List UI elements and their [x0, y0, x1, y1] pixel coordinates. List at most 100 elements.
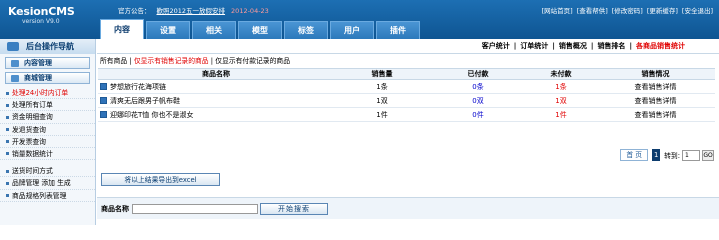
subnav-product-sales[interactable]: 各商品销售统计 — [636, 42, 685, 50]
paid-cell: 0件 — [430, 107, 526, 122]
sidebar-item-all-orders[interactable]: 处理所有订单 — [0, 99, 95, 112]
filter-sep: | — [129, 57, 132, 65]
filter-all[interactable]: 所有商品 — [100, 57, 127, 65]
bullet-icon — [6, 194, 9, 197]
notice-date: 2012-04-23 — [231, 7, 269, 15]
table-header-row: 商品名称 销售量 已付款 未付款 销售情况 — [98, 68, 715, 80]
top-links: [网站首页] [查看帮供] [修改密码] [更新缓存] [安全退出] — [538, 5, 713, 15]
sidebar-item-sales-stats[interactable]: 销量数据统计 — [0, 148, 95, 161]
link-change-password[interactable]: [修改密码] — [612, 7, 643, 15]
product-name-cell[interactable]: 迎娜印花T恤 你也不是淑女 — [98, 107, 334, 122]
official-notice-bar: 官方公告： 歡照2012五一放假安排 2012-04-23 — [118, 5, 269, 15]
bullet-icon — [6, 140, 9, 144]
view-sales-link[interactable]: 查看销售详情 — [596, 93, 715, 108]
filter-sold[interactable]: 仅显示有销售记录的商品 — [134, 57, 209, 65]
filter-paid[interactable]: 仅显示有付款记录的商品 — [215, 57, 290, 65]
link-help[interactable]: [查看帮供] — [577, 7, 608, 15]
subnav-order-stats[interactable]: 订单统计 — [520, 42, 548, 50]
sidebar-item-label: 销量数据统计 — [12, 149, 53, 158]
tab-users[interactable]: 用户 — [330, 21, 374, 39]
tab-content[interactable]: 内容 — [100, 19, 144, 39]
goto-page-input[interactable]: 1 — [682, 149, 700, 161]
sidebar-item-fund-details[interactable]: 资金明细查询 — [0, 111, 95, 124]
export-excel-button[interactable]: 将以上结果导出到excel — [101, 173, 220, 186]
col-qty: 销售量 — [334, 68, 430, 80]
product-name-search-input[interactable] — [132, 203, 258, 214]
sidebar-item-specs[interactable]: 商品规格列表管理 — [0, 190, 95, 202]
subnav-customer-stats[interactable]: 客户统计 — [482, 42, 510, 50]
sidebar-title: 后台操作导航 — [0, 39, 95, 54]
tab-related[interactable]: 相关 — [192, 21, 236, 39]
col-product-name: 商品名称 — [98, 68, 334, 80]
tab-model[interactable]: 模型 — [238, 21, 282, 39]
product-name-cell[interactable]: 清爽无后跟男子帆布鞋 — [98, 93, 334, 108]
sidebar-item-label: 资金明细查询 — [12, 113, 53, 122]
qty-cell: 1件 — [334, 107, 430, 122]
sidebar-item-returns[interactable]: 发退货查询 — [0, 124, 95, 136]
sidebar-title-text: 后台操作导航 — [26, 42, 74, 51]
sidebar-item-label: 商品规格列表管理 — [12, 191, 67, 200]
stats-subnav: 客户统计 | 订单统计 | 销售概况 | 销售排名 | 各商品销售统计 — [97, 39, 719, 54]
filter-sep: | — [210, 57, 214, 65]
nav-icon — [7, 42, 19, 51]
official-label: 官方公告： — [118, 7, 151, 15]
app-name: KesionCMS — [8, 5, 75, 18]
bullet-icon — [6, 115, 9, 119]
main-tabs: 内容 设置 相关 模型 标签 用户 插件 — [100, 19, 422, 39]
product-icon — [100, 83, 107, 90]
first-page-button[interactable]: 首 页 — [620, 149, 649, 161]
paid-cell: 0双 — [430, 93, 526, 108]
product-name-cell[interactable]: 梦想旅行花海项链 — [98, 79, 334, 94]
bullet-icon — [6, 169, 9, 173]
col-unpaid: 未付款 — [526, 68, 596, 80]
main-content: 客户统计 | 订单统计 | 销售概况 | 销售排名 | 各商品销售统计 所有商品 | 仅显示有销… — [97, 39, 719, 225]
sidebar-item-24h-orders[interactable]: 处理24小时内订单 — [0, 87, 95, 100]
sidebar-item-label: 开发票查询 — [12, 137, 46, 146]
bullet-icon — [6, 152, 9, 156]
logo: KesionCMS version V9.0 — [8, 5, 75, 25]
link-update-cache[interactable]: [更新缓存] — [647, 7, 678, 15]
paid-cell: 0条 — [430, 79, 526, 94]
view-sales-link[interactable]: 查看销售详情 — [596, 79, 715, 94]
go-button[interactable]: GO — [702, 149, 714, 161]
table-row: 迎娜印花T恤 你也不是淑女 1件 0件 1件 查看销售详情 — [98, 107, 715, 122]
unpaid-cell: 1双 — [526, 93, 596, 108]
sidebar-item-label: 品牌管理 添加 生成 — [12, 179, 71, 188]
search-label: 商品名称 — [101, 204, 129, 213]
filter-bar: 所有商品 | 仅显示有销售记录的商品 | 仅显示有付款记录的商品 — [97, 54, 719, 68]
product-name: 迎娜印花T恤 你也不是淑女 — [110, 110, 194, 119]
table-row: 梦想旅行花海项链 1条 0条 1条 查看销售详情 — [98, 79, 715, 94]
tab-plugins[interactable]: 插件 — [376, 21, 420, 39]
product-name: 梦想旅行花海项链 — [110, 82, 166, 91]
sidebar-item-label: 送货时间方式 — [12, 167, 53, 176]
sidebar-item-label: 处理所有订单 — [12, 101, 53, 110]
shop-management-button[interactable]: 商城管理 — [5, 72, 90, 84]
current-page: 1 — [652, 149, 661, 161]
sidebar: 后台操作导航 内容管理 商城管理 处理24小时内订单 处理所有订单 资金明细查询… — [0, 39, 96, 225]
content-management-button[interactable]: 内容管理 — [5, 57, 90, 69]
sidebar-item-label: 处理24小时内订单 — [12, 89, 69, 97]
search-button[interactable]: 开始搜索 — [260, 202, 328, 215]
bullet-icon — [6, 128, 9, 132]
search-bar: 商品名称 开始搜索 — [97, 197, 719, 219]
tab-settings[interactable]: 设置 — [146, 21, 190, 39]
sidebar-item-delivery[interactable]: 送货时间方式 — [0, 165, 95, 178]
col-paid: 已付款 — [430, 68, 526, 80]
app-version: version V9.0 — [22, 18, 60, 25]
notice-link[interactable]: 歡照2012五一放假安排 — [157, 7, 226, 15]
link-site-home[interactable]: [网站首页] — [542, 7, 573, 15]
unpaid-cell: 1条 — [526, 79, 596, 94]
product-name: 清爽无后跟男子帆布鞋 — [110, 96, 180, 105]
link-logout[interactable]: [安全退出] — [682, 7, 713, 15]
sidebar-item-brands[interactable]: 品牌管理 添加 生成 — [0, 177, 95, 190]
subnav-sales-ranking[interactable]: 销售排名 — [597, 42, 625, 50]
sidebar-item-invoices[interactable]: 开发票查询 — [0, 136, 95, 148]
subnav-sales-overview[interactable]: 销售概况 — [559, 42, 587, 50]
table-row: 清爽无后跟男子帆布鞋 1双 0双 1双 查看销售详情 — [98, 93, 715, 108]
shop-management-label: 商城管理 — [24, 74, 52, 82]
view-sales-link[interactable]: 查看销售详情 — [596, 107, 715, 122]
tab-tags[interactable]: 标签 — [284, 21, 328, 39]
cart-icon — [11, 75, 19, 82]
top-header: KesionCMS version V9.0 官方公告： 歡照2012五一放假安排… — [0, 0, 719, 39]
sidebar-list: 处理24小时内订单 处理所有订单 资金明细查询 发退货查询 开发票查询 销量数据… — [0, 87, 95, 202]
